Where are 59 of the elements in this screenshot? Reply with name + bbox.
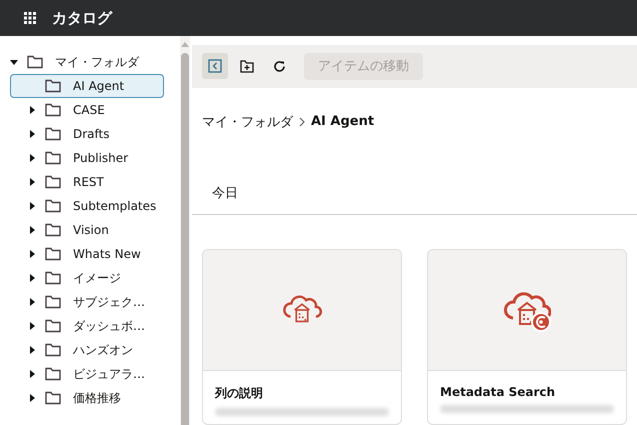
breadcrumb-item[interactable]: マイ・フォルダ <box>202 112 293 131</box>
item-card[interactable]: 列の説明 <box>202 249 402 425</box>
folder-icon <box>45 79 61 93</box>
grid-menu-icon[interactable] <box>24 12 36 24</box>
new-folder-icon <box>240 60 254 73</box>
tree-item[interactable]: 価格推移 <box>0 386 164 410</box>
refresh-icon <box>272 60 286 73</box>
caret-icon[interactable] <box>28 202 36 210</box>
tree-item[interactable]: Vision <box>0 218 164 242</box>
folder-icon <box>45 175 61 189</box>
folder-icon <box>45 367 61 381</box>
header-title: カタログ <box>52 8 112 28</box>
caret-icon[interactable] <box>28 370 36 378</box>
folder-icon <box>27 55 43 69</box>
tree-item[interactable]: ビジュアラ… <box>0 362 164 386</box>
tree-item[interactable]: Subtemplates <box>0 194 164 218</box>
tree-item[interactable]: ダッシュボ… <box>0 314 164 338</box>
caret-icon[interactable] <box>28 106 36 114</box>
tree-item[interactable]: CASE <box>0 98 164 122</box>
caret-icon[interactable] <box>28 226 36 234</box>
collapse-panel-button[interactable] <box>202 53 228 80</box>
caret-icon[interactable] <box>28 322 36 330</box>
tree-item[interactable]: Drafts <box>0 122 164 146</box>
caret-icon[interactable] <box>28 394 36 402</box>
chevron-right-icon <box>299 116 305 127</box>
folder-icon <box>45 391 61 405</box>
folder-icon <box>45 247 61 261</box>
folder-icon <box>45 199 61 213</box>
caret-icon[interactable] <box>28 178 36 186</box>
caret-icon[interactable] <box>28 130 36 138</box>
item-card[interactable]: Metadata Search <box>427 249 627 425</box>
caret-icon[interactable] <box>28 154 36 162</box>
folder-icon <box>45 103 61 117</box>
tree-item[interactable]: Whats New <box>0 242 164 266</box>
folder-icon <box>45 223 61 237</box>
tree-item[interactable]: イメージ <box>0 266 164 290</box>
caret-icon[interactable] <box>10 58 18 66</box>
folder-icon <box>45 343 61 357</box>
breadcrumb-item: AI Agent <box>311 114 374 130</box>
folder-icon <box>45 127 61 141</box>
tree-item[interactable]: マイ・フォルダ <box>0 50 164 74</box>
tree-item[interactable]: AI Agent <box>10 74 164 98</box>
tab[interactable]: 今日 <box>202 176 248 214</box>
tree-item[interactable]: ハンズオン <box>0 338 164 362</box>
caret-icon[interactable] <box>28 274 36 282</box>
folder-icon <box>45 271 61 285</box>
scrollbar[interactable] <box>180 36 190 425</box>
caret-icon[interactable] <box>28 250 36 258</box>
folder-icon <box>45 151 61 165</box>
card-title: Metadata Search <box>439 384 556 401</box>
folder-icon <box>45 295 61 309</box>
folder-icon <box>45 319 61 333</box>
tree-item[interactable]: サブジェク… <box>0 290 164 314</box>
caret-icon[interactable] <box>28 346 36 354</box>
tree-item[interactable]: REST <box>0 170 164 194</box>
caret-icon[interactable] <box>28 298 36 306</box>
card-title: 列の説明 <box>214 385 264 402</box>
collapse-panel-icon <box>208 59 222 74</box>
tree-item[interactable]: Publisher <box>0 146 164 170</box>
